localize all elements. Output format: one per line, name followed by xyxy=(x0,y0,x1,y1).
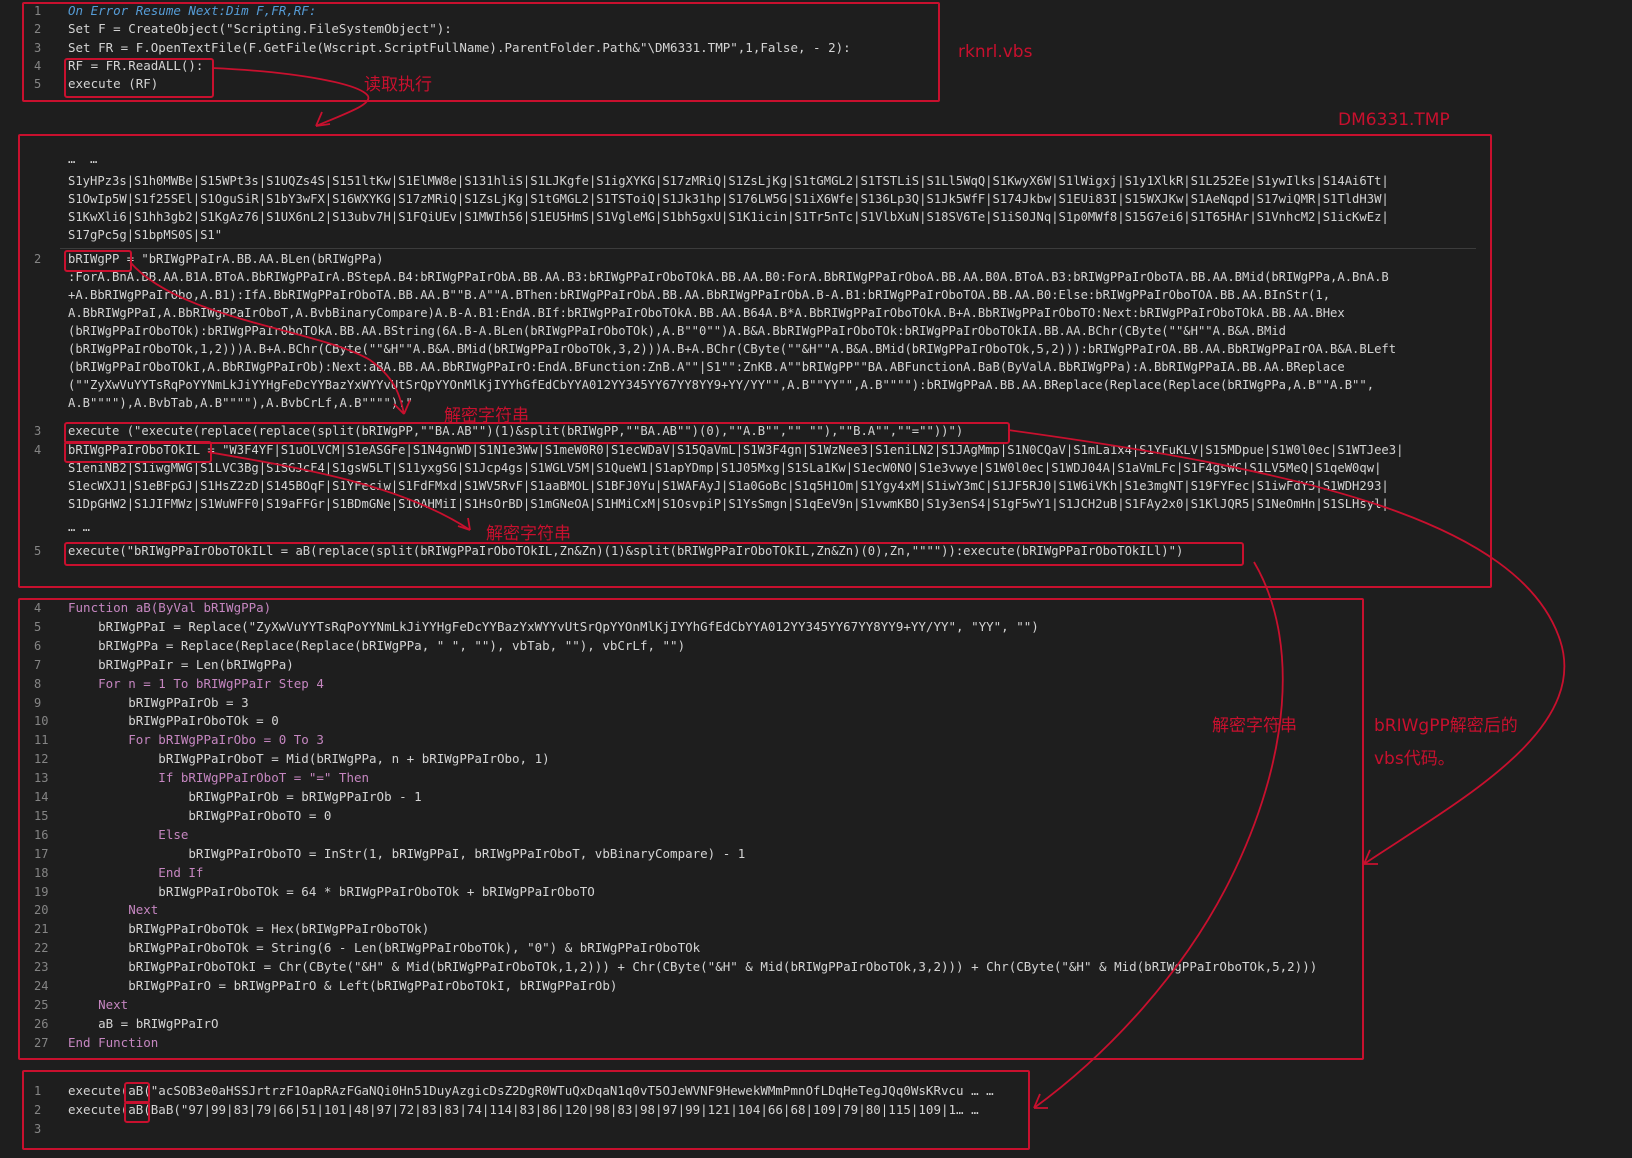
label-rknrl: rknrl.vbs xyxy=(958,42,1033,62)
box-decoded xyxy=(22,1070,1030,1150)
label-read-exec: 读取执行 xyxy=(364,75,432,95)
label-decrypt-1: 解密字符串 xyxy=(444,406,529,426)
label-dm6331: DM6331.TMP xyxy=(1338,110,1450,130)
box-function-ab xyxy=(18,598,1364,1060)
hl-rf-readall xyxy=(64,58,214,98)
label-decrypt-3: 解密字符串 xyxy=(1212,716,1297,736)
label-decoded-2: vbs代码。 xyxy=(1374,749,1455,769)
hl-bRIWgPP xyxy=(64,250,132,272)
label-decoded-1: bRIWgPP解密后的 xyxy=(1374,716,1518,736)
hl-ab-2 xyxy=(124,1101,150,1123)
label-decrypt-2: 解密字符串 xyxy=(486,524,571,544)
hl-obotokil xyxy=(64,441,212,463)
box-dm6331 xyxy=(18,134,1492,588)
hl-execute-zn xyxy=(64,542,1244,566)
